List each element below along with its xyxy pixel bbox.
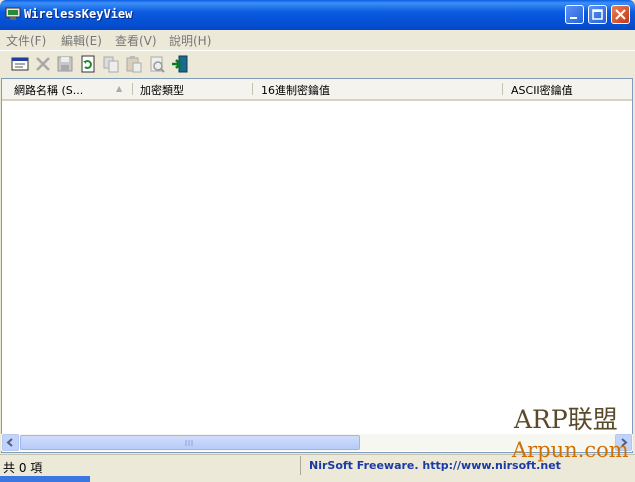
html-report-icon[interactable] (11, 55, 29, 73)
status-bar: 共 0 項 NirSoft Freeware. http://www.nirso… (0, 454, 635, 477)
maximize-icon (592, 9, 603, 20)
column-divider[interactable] (132, 83, 133, 95)
grip-icon (185, 440, 193, 446)
key-list[interactable]: 網路名稱 (S... ▲ 加密類型 16進制密鑰值 ASCII密鑰值 (1, 78, 633, 453)
column-encryption-type[interactable]: 加密類型 (140, 82, 184, 98)
title-bar[interactable]: WirelessKeyView (0, 0, 635, 30)
exit-icon[interactable] (171, 55, 189, 73)
close-button[interactable] (611, 5, 630, 24)
column-hex-key[interactable]: 16進制密鑰值 (261, 82, 330, 98)
paste-icon[interactable] (125, 55, 143, 73)
close-icon (615, 9, 626, 20)
copy-icon[interactable] (102, 55, 120, 73)
column-divider[interactable] (252, 83, 253, 95)
properties-icon[interactable] (148, 55, 166, 73)
chevron-right-icon (621, 438, 628, 447)
minimize-button[interactable] (565, 5, 584, 24)
scroll-left-button[interactable] (2, 434, 19, 451)
maximize-button[interactable] (588, 5, 607, 24)
delete-icon[interactable] (34, 55, 52, 73)
column-header: 網路名稱 (S... ▲ 加密類型 16進制密鑰值 ASCII密鑰值 (2, 79, 632, 101)
menu-help[interactable]: 說明(H) (169, 32, 211, 49)
nirsoft-link[interactable]: NirSoft Freeware. http://www.nirsoft.net (309, 459, 561, 472)
toolbar (0, 50, 635, 77)
taskbar-edge (0, 476, 90, 482)
column-ascii-key[interactable]: ASCII密鑰值 (511, 82, 573, 98)
scroll-right-button[interactable] (615, 434, 632, 451)
app-window: WirelessKeyView 文件(F) 編輯(E) 查看(V) 說明(H) (0, 0, 635, 482)
sort-ascending-icon: ▲ (116, 84, 123, 93)
scrollbar-thumb[interactable] (20, 435, 360, 450)
column-network-name[interactable]: 網路名稱 (S... (14, 82, 83, 98)
column-divider[interactable] (502, 83, 503, 95)
window-title: WirelessKeyView (24, 7, 133, 21)
menu-file[interactable]: 文件(F) (6, 32, 46, 49)
app-icon (5, 7, 21, 20)
horizontal-scrollbar[interactable] (1, 434, 633, 451)
chevron-left-icon (6, 438, 13, 447)
menu-view[interactable]: 查看(V) (115, 32, 157, 49)
menu-bar: 文件(F) 編輯(E) 查看(V) 說明(H) (0, 30, 635, 49)
status-credit-panel: NirSoft Freeware. http://www.nirsoft.net (300, 456, 631, 475)
refresh-icon[interactable] (79, 55, 97, 73)
minimize-icon (570, 17, 577, 19)
item-count: 共 0 項 (3, 461, 43, 475)
save-icon[interactable] (56, 55, 74, 73)
menu-edit[interactable]: 編輯(E) (61, 32, 102, 49)
